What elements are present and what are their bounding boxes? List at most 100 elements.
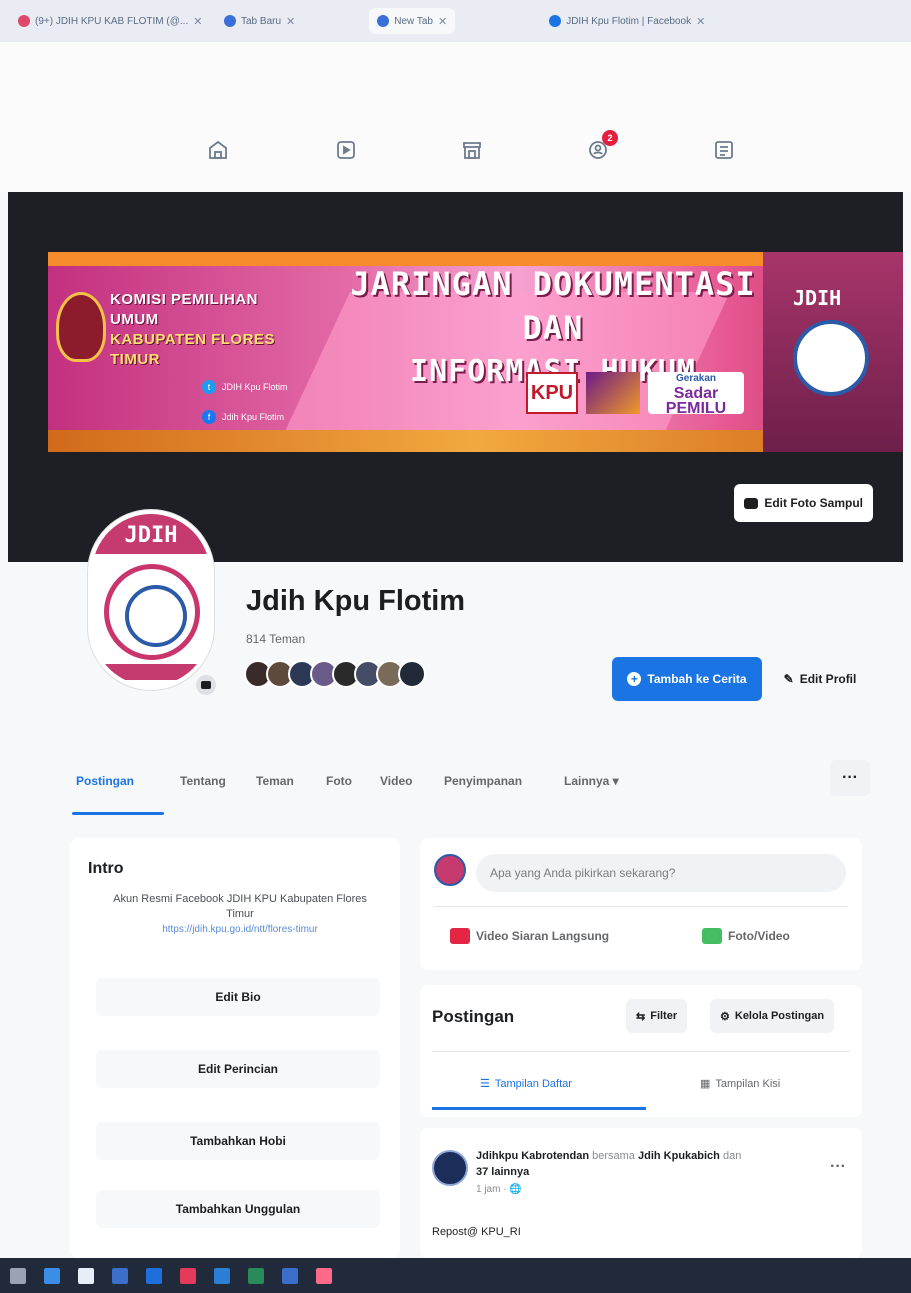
taskbar-app-icon[interactable] [282,1267,298,1284]
avatar[interactable] [432,1150,468,1186]
notification-badge: 2 [602,130,618,146]
top-navigation [0,42,911,192]
divider [432,1051,850,1052]
tab-more[interactable]: Lainnya ▾ [564,774,619,788]
add-featured-button[interactable]: Tambahkan Unggulan [96,1190,380,1228]
marketplace-icon[interactable] [460,138,484,162]
tab-videos[interactable]: Video [380,774,412,788]
avatar-camera-button[interactable] [196,675,216,695]
filter-label: Filter [650,1010,678,1022]
close-icon[interactable]: ✕ [286,15,295,28]
live-video-button[interactable]: Video Siaran Langsung [450,928,609,944]
avatar-banner [102,664,202,680]
taskbar-app-icon[interactable] [44,1267,60,1284]
close-icon[interactable]: ✕ [193,15,202,28]
browser-tab[interactable]: (9+) JDIH KPU KAB FLOTIM (@... ✕ [10,8,210,34]
edit-profile-label: Edit Profil [799,672,857,686]
post-time[interactable]: 1 jam · 🌐 [476,1184,522,1195]
add-story-label: Tambah ke Cerita [647,672,747,686]
tab-favicon-icon [18,15,30,27]
globe-icon [793,320,869,396]
composer-input[interactable]: Apa yang Anda pikirkan sekarang? [476,854,846,892]
taskbar-app-icon[interactable] [248,1267,264,1284]
post-header: Jdihkpu Kabrotendan bersama Jdih Kpukabi… [476,1150,741,1162]
friends-count[interactable]: 814 Teman [246,632,305,646]
taskbar-app-icon[interactable] [112,1267,128,1284]
intro-link[interactable]: https://jdih.kpu.go.id/ntt/flores-timur [100,924,380,935]
add-hobbies-button[interactable]: Tambahkan Hobi [96,1122,380,1160]
post-options-button[interactable]: ··· [830,1158,846,1176]
active-tab-indicator [72,812,164,815]
tab-label: Tab Baru [241,15,282,27]
tab-about[interactable]: Tentang [180,774,226,788]
close-icon[interactable]: ✕ [696,15,705,28]
edit-details-button[interactable]: Edit Perincian [96,1050,380,1088]
browser-tab[interactable]: Tab Baru ✕ [216,8,303,34]
taskbar-app-icon[interactable] [10,1267,26,1284]
live-video-label: Video Siaran Langsung [476,929,610,943]
taskbar-app-icon[interactable] [146,1267,162,1284]
post-author[interactable]: Jdihkpu Kabrotendan [476,1150,589,1162]
list-view-tab[interactable]: ☰ Tampilan Daftar [480,1077,572,1091]
twitter-icon: t [202,380,216,394]
groups-icon[interactable]: 2 [586,130,618,162]
add-to-story-button[interactable]: + Tambah ke Cerita [612,657,762,701]
tab-favicon-icon [549,15,562,27]
more-options-button[interactable]: ··· [830,760,870,796]
manage-posts-label: Kelola Postingan [734,1010,825,1022]
facebook-handle: Jdih Kpu Flotim [222,412,285,422]
post-others-count[interactable]: 37 lainnya [476,1166,529,1178]
kpu-logo [56,292,106,362]
intro-title: Intro [88,860,124,877]
edit-profile-button[interactable]: ✎ Edit Profil [770,657,870,701]
friend-avatars [244,660,426,688]
taskbar-app-icon[interactable] [316,1267,332,1284]
photo-icon [702,928,722,944]
post-others: dan [722,1150,742,1162]
photo-video-button[interactable]: Foto/Video [702,928,790,944]
intro-bio: Akun Resmi Facebook JDIH KPU Kabupaten F… [113,893,367,920]
grid-view-tab[interactable]: ▦ Tampilan Kisi [700,1077,780,1091]
profile-tabs: Postingan Tentang Teman Foto Video Penyi… [0,760,911,820]
taskbar-app-icon[interactable] [78,1267,94,1284]
sadar-small: Gerakan [675,372,717,384]
tab-friends[interactable]: Teman [256,774,294,788]
avatar-text: JDIH [92,514,210,554]
globe-icon [104,564,200,660]
profile-name: Jdih Kpu Flotim [246,585,466,617]
edit-bio-button[interactable]: Edit Bio [96,978,380,1016]
filter-button[interactable]: ⇆ Filter [626,999,688,1033]
grid-icon: ▦ [700,1078,711,1090]
video-icon[interactable] [334,138,358,162]
tab-posts[interactable]: Postingan [76,774,134,788]
friend-avatar[interactable] [398,660,426,688]
close-icon[interactable]: ✕ [438,15,447,28]
cover-title-line1: JARINGAN DOKUMENTASI DAN [350,265,756,347]
browser-tab[interactable]: New Tab ✕ [369,8,456,34]
sadar-line1: Sadar [673,384,719,402]
org-line2: KABUPATEN FLORES TIMUR [110,331,275,368]
sadar-pemilu-logo: Gerakan Sadar PEMILU [648,372,744,417]
post-tagged[interactable]: Jdih Kpukabich [638,1150,720,1162]
mascot-logo [586,372,640,414]
gaming-icon[interactable] [712,138,736,162]
plus-icon: + [627,672,642,686]
tab-photos[interactable]: Foto [326,774,352,788]
edit-cover-button[interactable]: Edit Foto Sampul [734,484,873,522]
home-icon[interactable] [206,138,230,162]
manage-posts-button[interactable]: ⚙ Kelola Postingan [710,999,835,1033]
tab-saved[interactable]: Penyimpanan [444,774,522,788]
taskbar-app-icon[interactable] [214,1267,230,1284]
post-with: bersama [592,1150,635,1162]
jdih-logo-panel: JDIH [763,252,903,452]
taskbar-app-icon[interactable] [180,1267,196,1284]
tab-label: JDIH Kpu Flotim | Facebook [566,15,692,27]
browser-tab[interactable]: JDIH Kpu Flotim | Facebook ✕ [541,8,713,34]
sadar-line2: PEMILU [665,399,727,417]
live-video-icon [450,928,470,944]
cover-logos: KPU Gerakan Sadar PEMILU [526,372,744,417]
profile-avatar[interactable]: JDIH [88,510,214,690]
active-view-indicator [432,1107,646,1110]
gear-icon: ⚙ [720,1010,730,1023]
posts-title: Postingan [432,1007,515,1026]
